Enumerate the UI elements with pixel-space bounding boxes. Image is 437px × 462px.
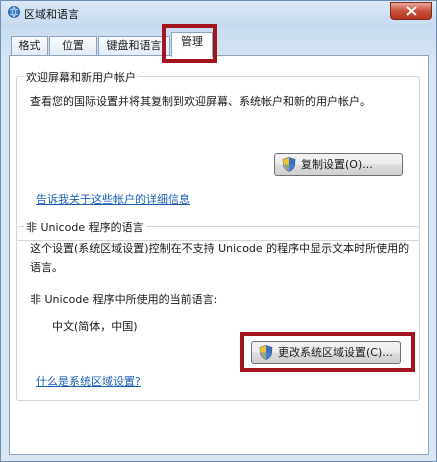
globe-icon — [8, 6, 20, 18]
current-language-value: 中文(简体，中国) — [52, 320, 138, 333]
title-bar[interactable]: 区域和语言 — [1, 1, 437, 25]
tab-strip: 格式 位置 键盘和语言 管理 — [9, 32, 429, 57]
what-is-system-locale-link[interactable]: 什么是系统区域设置? — [36, 373, 141, 389]
close-button[interactable] — [390, 2, 432, 20]
tab-formats[interactable]: 格式 — [11, 36, 48, 55]
copy-settings-button[interactable]: 复制设置(O)... — [274, 153, 403, 176]
copy-settings-label: 复制设置(O)... — [301, 158, 373, 171]
administrative-panel: 欢迎屏幕和新用户帐户 查看您的国际设置并将其复制到欢迎屏幕、系统帐户和新的用户帐… — [9, 55, 429, 455]
change-locale-highlight-box — [240, 332, 415, 372]
region-language-dialog: 区域和语言 格式 位置 键盘和语言 管理 欢迎屏幕和新用户帐户 查看您的国际设置… — [0, 0, 437, 462]
tab-highlight-box — [162, 24, 217, 63]
accounts-details-link[interactable]: 告诉我关于这些帐户的详细信息 — [36, 191, 190, 207]
welcome-description: 查看您的国际设置并将其复制到欢迎屏幕、系统帐户和新的用户帐户。 — [30, 95, 371, 108]
welcome-group-title: 欢迎屏幕和新用户帐户 — [24, 69, 138, 85]
current-language-label: 非 Unicode 程序中所使用的当前语言: — [30, 293, 218, 306]
tab-location[interactable]: 位置 — [49, 36, 97, 55]
non-unicode-description: 这个设置(系统区域设置)控制在不支持 Unicode 的程序中显示文本时所使用的… — [30, 242, 410, 274]
window-title: 区域和语言 — [24, 8, 79, 21]
uac-shield-icon — [282, 157, 296, 172]
tab-keyboards-languages[interactable]: 键盘和语言 — [98, 36, 170, 55]
non-unicode-group-title: 非 Unicode 程序的语言 — [24, 219, 146, 235]
close-icon — [406, 6, 417, 16]
